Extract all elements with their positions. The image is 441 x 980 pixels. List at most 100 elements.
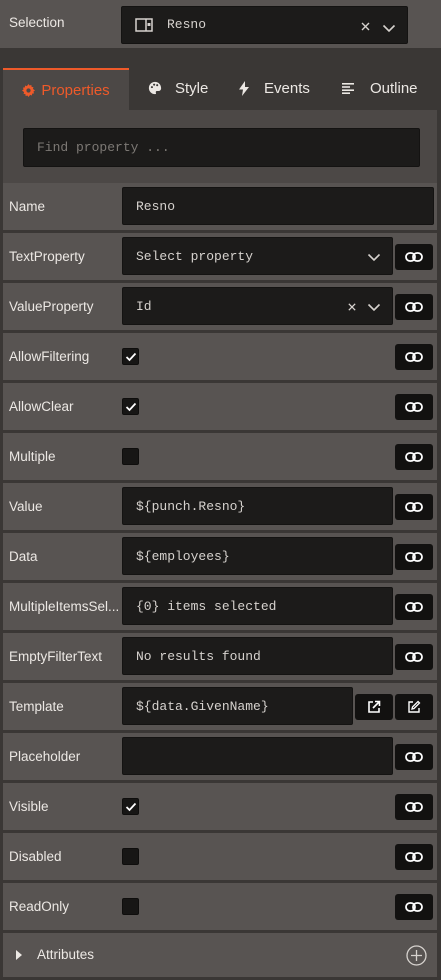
property-row-multiple: Multiple	[3, 433, 437, 480]
property-row-allow-clear: AllowClear	[3, 383, 437, 430]
link-icon	[405, 502, 423, 512]
property-label: ReadOnly	[9, 899, 70, 914]
chevron-down-icon	[366, 288, 382, 324]
link-icon	[405, 902, 423, 912]
link-icon	[405, 852, 423, 862]
link-icon	[405, 452, 423, 462]
property-row-multiple-items-selected: MultipleItemsSel... {0} items selected	[3, 583, 437, 630]
link-icon	[405, 752, 423, 762]
property-label: Value	[9, 499, 43, 514]
outline-icon	[342, 82, 361, 94]
link-icon	[405, 402, 423, 412]
property-label: Placeholder	[9, 749, 81, 764]
edit-template-button[interactable]	[395, 694, 433, 720]
link-button[interactable]	[395, 544, 433, 570]
open-external-button[interactable]	[355, 694, 393, 720]
selection-label: Selection	[9, 15, 65, 30]
name-input[interactable]: Resno	[122, 187, 434, 225]
template-input[interactable]: ${data.GivenName}	[122, 687, 353, 725]
multiple-items-selected-input[interactable]: {0} items selected	[122, 587, 393, 625]
property-label: AllowClear	[9, 399, 74, 414]
read-only-checkbox[interactable]	[122, 898, 139, 915]
chevron-down-icon[interactable]	[382, 20, 396, 38]
checkmark-icon	[125, 402, 137, 412]
link-icon	[405, 252, 423, 262]
multiple-checkbox[interactable]	[122, 448, 139, 465]
link-button[interactable]	[395, 444, 433, 470]
property-label: Visible	[9, 799, 49, 814]
selection-dropdown[interactable]: Resno	[121, 6, 408, 44]
property-label: Name	[9, 199, 46, 214]
tab-outline[interactable]: Outline	[342, 68, 418, 108]
tab-label: Style	[175, 79, 209, 97]
lightning-icon	[238, 80, 257, 96]
allow-filtering-checkbox[interactable]	[122, 348, 139, 365]
gear-icon	[22, 83, 36, 97]
property-label: AllowFiltering	[9, 349, 90, 364]
dropdown-value: Id	[136, 299, 152, 314]
data-input[interactable]: ${employees}	[122, 537, 393, 575]
link-button[interactable]	[395, 344, 433, 370]
tab-label: Properties	[41, 81, 110, 99]
property-row-data: Data ${employees}	[3, 533, 437, 580]
tab-properties[interactable]: Properties	[3, 68, 129, 110]
value-input[interactable]: ${punch.Resno}	[122, 487, 393, 525]
property-row-template: Template ${data.GivenName}	[3, 683, 437, 730]
selection-row: Selection Resno	[0, 0, 441, 48]
property-row-placeholder: Placeholder	[3, 733, 437, 780]
allow-clear-checkbox[interactable]	[122, 398, 139, 415]
property-row-visible: Visible	[3, 783, 437, 830]
external-link-icon	[367, 700, 381, 714]
find-property-input[interactable]	[23, 128, 420, 167]
checkmark-icon	[125, 352, 137, 362]
link-button[interactable]	[395, 494, 433, 520]
link-icon	[405, 652, 423, 662]
attributes-label: Attributes	[37, 947, 95, 962]
clear-icon[interactable]	[360, 19, 371, 37]
text-property-dropdown[interactable]: Select property	[122, 237, 393, 275]
link-button[interactable]	[395, 894, 433, 920]
placeholder-input[interactable]	[122, 737, 393, 775]
property-row-name: Name Resno	[3, 183, 437, 230]
link-button[interactable]	[395, 244, 433, 270]
property-label: Template	[9, 699, 64, 714]
property-label: TextProperty	[9, 249, 85, 264]
chevron-right-icon	[16, 950, 22, 960]
tab-style[interactable]: Style	[148, 68, 208, 108]
selection-value: Resno	[167, 17, 207, 32]
link-button[interactable]	[395, 394, 433, 420]
chevron-down-icon	[366, 238, 382, 274]
disabled-checkbox[interactable]	[122, 848, 139, 865]
property-row-read-only: ReadOnly	[3, 883, 437, 930]
property-label: Data	[9, 549, 38, 564]
property-row-value: Value ${punch.Resno}	[3, 483, 437, 530]
edit-icon	[407, 700, 421, 714]
palette-icon	[148, 81, 169, 95]
link-button[interactable]	[395, 294, 433, 320]
property-row-text-property: TextProperty Select property	[3, 233, 437, 280]
attributes-section[interactable]: Attributes	[3, 933, 437, 977]
add-attribute-icon[interactable]	[406, 945, 427, 966]
link-button[interactable]	[395, 594, 433, 620]
tab-events[interactable]: Events	[238, 68, 310, 108]
link-button[interactable]	[395, 744, 433, 770]
property-row-empty-filter-text: EmptyFilterText No results found	[3, 633, 437, 680]
visible-checkbox[interactable]	[122, 798, 139, 815]
clear-icon[interactable]	[346, 288, 358, 324]
link-icon	[405, 802, 423, 812]
checkmark-icon	[125, 802, 137, 812]
property-row-disabled: Disabled	[3, 833, 437, 880]
link-button[interactable]	[395, 794, 433, 820]
property-label: ValueProperty	[9, 299, 94, 314]
empty-filter-text-input[interactable]: No results found	[122, 637, 393, 675]
property-label: EmptyFilterText	[9, 649, 103, 664]
link-icon	[405, 352, 423, 362]
link-button[interactable]	[395, 844, 433, 870]
component-icon	[135, 18, 153, 37]
property-row-value-property: ValueProperty Id	[3, 283, 437, 330]
value-property-dropdown[interactable]: Id	[122, 287, 393, 325]
link-button[interactable]	[395, 644, 433, 670]
property-label: MultipleItemsSel...	[9, 599, 120, 614]
tab-label: Outline	[370, 79, 418, 97]
search-panel	[3, 110, 437, 183]
